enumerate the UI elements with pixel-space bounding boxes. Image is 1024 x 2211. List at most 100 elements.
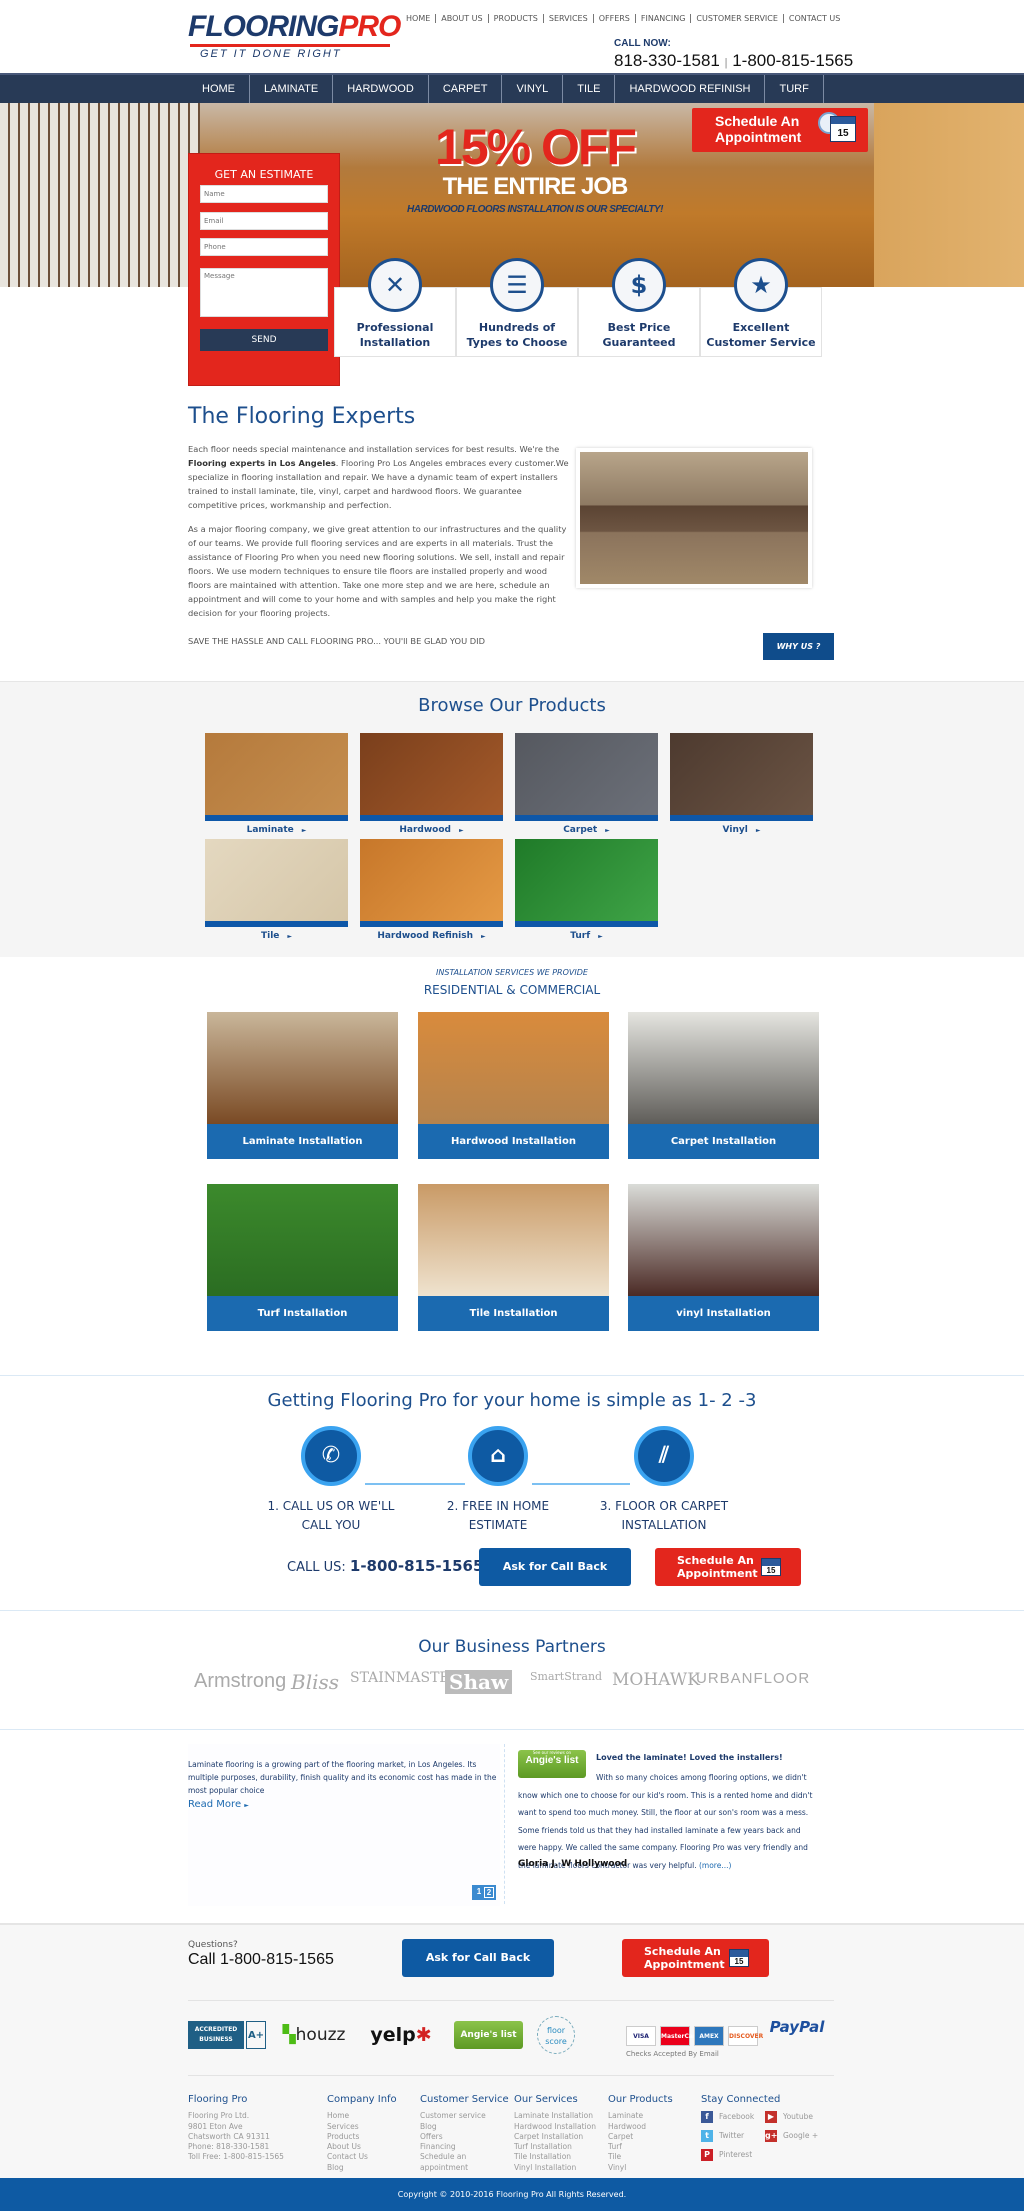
ask-call-back-button[interactable]: Ask for Call Back xyxy=(479,1548,631,1586)
nav-item-hardwood-refinish[interactable]: HARDWOOD REFINISH xyxy=(615,75,766,103)
product-image-laminate[interactable] xyxy=(205,733,348,821)
product-image-hardwood-refinish[interactable] xyxy=(360,839,503,927)
nav-item-laminate[interactable]: LAMINATE xyxy=(250,75,334,103)
call-us-number[interactable]: 1-800-815-1565 xyxy=(350,1557,483,1575)
why-us-button[interactable]: WHY US ? xyxy=(763,633,834,660)
footer-link[interactable]: Contact Us xyxy=(327,2152,397,2162)
top-link[interactable]: OFFERS xyxy=(594,14,636,23)
bbb-badge[interactable]: ACCREDITED BUSINESS xyxy=(188,2021,244,2049)
footer-link[interactable]: Carpet Installation xyxy=(514,2132,596,2142)
footer-link[interactable]: Laminate xyxy=(608,2111,673,2121)
footer-link[interactable]: Offers xyxy=(420,2132,509,2142)
footer-link[interactable]: Hardwood xyxy=(608,2122,673,2132)
top-link[interactable]: PRODUCTS xyxy=(489,14,544,23)
schedule-appointment-button[interactable]: Schedule An Appointment 15 xyxy=(622,1939,769,1977)
name-input[interactable] xyxy=(200,185,328,203)
schedule-appointment-button[interactable]: Schedule An Appointment 15 xyxy=(692,108,868,152)
top-link[interactable]: ABOUT US xyxy=(436,14,489,23)
top-link[interactable]: CONTACT US xyxy=(784,14,845,23)
footer-link[interactable]: Schedule an xyxy=(420,2152,509,2162)
installation-card[interactable]: vinyl Installation xyxy=(628,1184,819,1331)
installation-card[interactable]: Carpet Installation xyxy=(628,1012,819,1159)
footer-link[interactable]: Products xyxy=(327,2132,397,2142)
footer-link[interactable]: Carpet xyxy=(608,2132,673,2142)
nav-item-home[interactable]: HOME xyxy=(188,75,250,103)
social-link-google[interactable]: g+ Google + xyxy=(765,2130,825,2143)
nav-item-carpet[interactable]: CARPET xyxy=(429,75,503,103)
partner-logo-urbanfloor[interactable]: URBANFLOOR xyxy=(696,1670,810,1687)
ask-call-back-button[interactable]: Ask for Call Back xyxy=(402,1939,554,1977)
partner-logo-stainmaster[interactable]: STAINMASTER xyxy=(350,1670,460,1686)
partner-logo-mohawk[interactable]: MOHAWK xyxy=(612,1670,700,1690)
logo[interactable]: FLOORINGPRO xyxy=(188,10,401,44)
installation-card[interactable]: Turf Installation xyxy=(207,1184,398,1331)
social-label: Twitter xyxy=(719,2131,745,2141)
footer-link[interactable]: Services xyxy=(327,2122,397,2132)
footer-link[interactable]: Turf Installation xyxy=(514,2142,596,2152)
product-image-tile[interactable] xyxy=(205,839,348,927)
product-link[interactable]: Laminate ► xyxy=(205,825,348,835)
nav-item-vinyl[interactable]: VINYL xyxy=(502,75,564,103)
footer-link[interactable]: Vinyl xyxy=(608,2163,673,2173)
nav-item-turf[interactable]: TURF xyxy=(765,75,824,103)
product-link[interactable]: Vinyl ► xyxy=(670,825,813,835)
top-link[interactable]: FINANCING xyxy=(636,14,692,23)
installation-card[interactable]: Tile Installation xyxy=(418,1184,609,1331)
partner-logo-shaw[interactable]: Shaw xyxy=(445,1670,513,1694)
footer-link[interactable]: Vinyl Installation xyxy=(514,2163,596,2173)
product-link[interactable]: Tile ► xyxy=(205,931,348,941)
product-image-vinyl[interactable] xyxy=(670,733,813,821)
product-image-turf[interactable] xyxy=(515,839,658,927)
email-input[interactable] xyxy=(200,212,328,230)
top-link[interactable]: SERVICES xyxy=(544,14,594,23)
houzz-badge[interactable]: ▚houzz xyxy=(278,2021,350,2049)
message-input[interactable] xyxy=(200,268,328,317)
product-link[interactable]: Carpet ► xyxy=(515,825,658,835)
footer-link[interactable]: Financing xyxy=(420,2142,509,2152)
footer-link[interactable]: Turf xyxy=(608,2142,673,2152)
social-link-pinterest[interactable]: P Pinterest xyxy=(701,2149,765,2162)
schedule-appointment-button[interactable]: Schedule An Appointment 15 xyxy=(655,1548,801,1586)
footer-link[interactable]: Tile Installation xyxy=(514,2152,596,2162)
read-more-link[interactable]: Read More ► xyxy=(188,1799,500,1810)
footer-link[interactable]: Blog xyxy=(327,2163,397,2173)
page-1[interactable]: 1 xyxy=(474,1887,484,1898)
footer-link[interactable]: Blog xyxy=(420,2122,509,2132)
footer-call-number[interactable]: Call 1-800-815-1565 xyxy=(188,1951,334,1969)
footer-link[interactable]: Laminate Installation xyxy=(514,2111,596,2121)
nav-item-tile[interactable]: TILE xyxy=(563,75,616,103)
send-button[interactable]: SEND xyxy=(200,329,328,351)
top-link[interactable]: CUSTOMER SERVICE xyxy=(691,14,784,23)
estimate-form: GET AN ESTIMATE SEND xyxy=(188,153,340,386)
social-link-facebook[interactable]: f Facebook xyxy=(701,2111,765,2124)
installation-card[interactable]: Hardwood Installation xyxy=(418,1012,609,1159)
footer-link[interactable]: Home xyxy=(327,2111,397,2121)
footer-link[interactable]: Tile xyxy=(608,2152,673,2162)
installation-card[interactable]: Laminate Installation xyxy=(207,1012,398,1159)
top-link[interactable]: HOME xyxy=(406,14,437,23)
partner-logo-bliss[interactable]: Bliss xyxy=(291,1670,339,1694)
floorscore-badge[interactable]: floor score xyxy=(537,2016,575,2054)
nav-item-hardwood[interactable]: HARDWOOD xyxy=(333,75,429,103)
footer-link[interactable]: Customer service xyxy=(420,2111,509,2121)
phone-input[interactable] xyxy=(200,238,328,256)
page-2[interactable]: 2 xyxy=(484,1887,494,1898)
social-link-twitter[interactable]: t Twitter xyxy=(701,2130,765,2143)
more-link[interactable]: (more...) xyxy=(699,1861,731,1870)
partner-logo-smartstrand[interactable]: SmartStrand xyxy=(530,1670,602,1683)
social-link-youtube[interactable]: ▶ Youtube xyxy=(765,2111,825,2124)
product-link[interactable]: Hardwood ► xyxy=(360,825,503,835)
step-line2: CALL YOU xyxy=(301,1518,361,1532)
product-link[interactable]: Hardwood Refinish ► xyxy=(360,931,503,941)
phone-local[interactable]: 818-330-1581 xyxy=(614,51,720,70)
product-link[interactable]: Turf ► xyxy=(515,931,658,941)
footer-link[interactable]: appointment xyxy=(420,2163,509,2173)
footer-link[interactable]: About Us xyxy=(327,2142,397,2152)
product-image-carpet[interactable] xyxy=(515,733,658,821)
footer-link[interactable]: Hardwood Installation xyxy=(514,2122,596,2132)
yelp-badge[interactable]: yelp✱ xyxy=(366,2021,436,2049)
product-image-hardwood[interactable] xyxy=(360,733,503,821)
partner-logo-armstrong[interactable]: Armstrong xyxy=(194,1670,286,1693)
angies-list-badge[interactable]: Angie's list xyxy=(454,2021,523,2049)
phone-tollfree[interactable]: 1-800-815-1565 xyxy=(732,51,853,70)
